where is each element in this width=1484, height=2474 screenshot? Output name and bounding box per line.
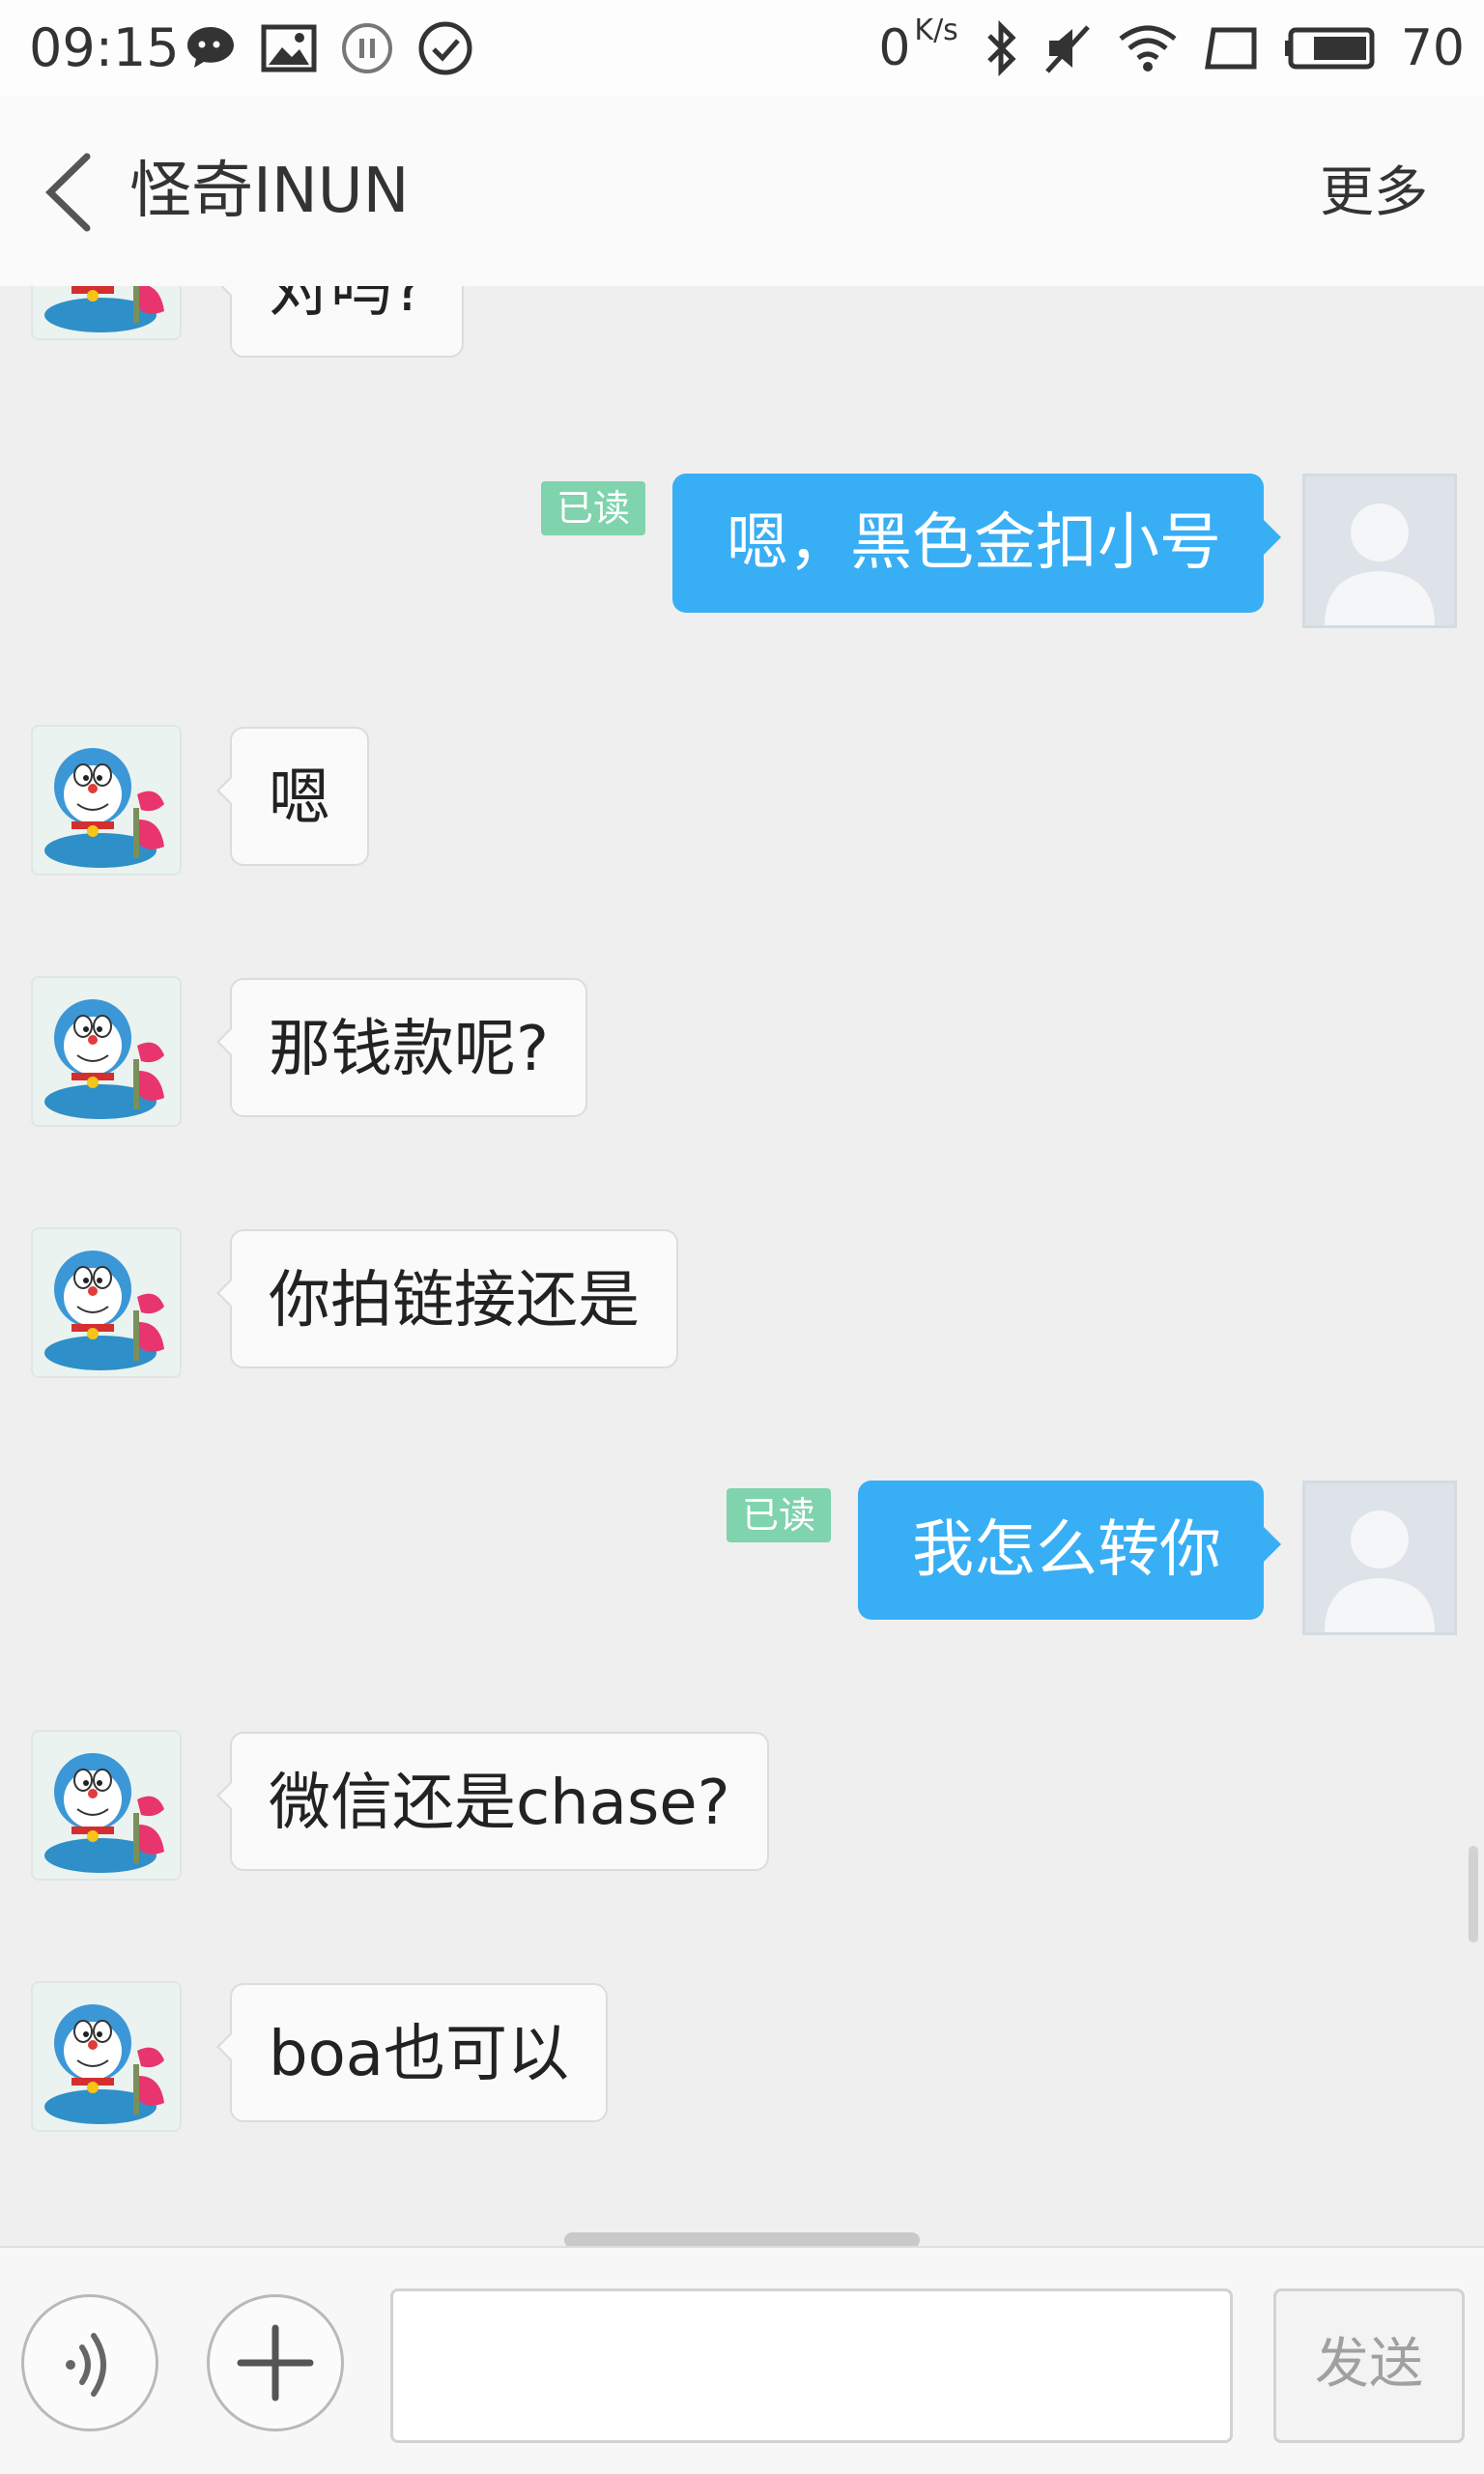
default-user-avatar-icon (1305, 476, 1454, 625)
send-button[interactable]: 发送 (1273, 2288, 1465, 2443)
back-chevron-icon[interactable] (39, 149, 106, 236)
plus-icon (237, 2324, 314, 2402)
status-notification-icons (184, 21, 473, 75)
doraemon-avatar-icon (33, 1229, 180, 1376)
doraemon-avatar-icon (33, 286, 180, 338)
incoming-message[interactable]: 那钱款呢? (216, 978, 587, 1117)
outgoing-message[interactable]: 我怎么转你 (858, 1481, 1281, 1620)
battery-level: 70 (1400, 19, 1465, 77)
message-list[interactable]: 对吗? 已读 嗯，黑色金扣小号 嗯 那钱款呢? 你拍链接还是 已读 我怎么转你 … (0, 286, 1484, 2240)
doraemon-avatar-icon (33, 727, 180, 874)
incoming-message[interactable]: 你拍链接还是 (216, 1229, 678, 1368)
input-bar: 发送 (0, 2246, 1484, 2474)
contact-avatar[interactable] (31, 976, 182, 1127)
read-receipt-badge: 已读 (541, 481, 646, 535)
screen-rotate-icon (1204, 27, 1257, 70)
contact-avatar[interactable] (31, 1730, 182, 1881)
status-bar: 09:15 0 K/s 70 (0, 0, 1484, 97)
status-system-icons: 0 K/s 70 (878, 14, 1465, 79)
contact-avatar[interactable] (31, 286, 182, 340)
incoming-message[interactable]: 嗯 (216, 727, 369, 866)
doraemon-avatar-icon (33, 978, 180, 1125)
doraemon-avatar-icon (33, 1983, 180, 2130)
check-circle-icon (418, 21, 472, 75)
default-user-avatar-icon (1305, 1483, 1454, 1632)
my-avatar[interactable] (1302, 1481, 1457, 1635)
battery-icon (1284, 27, 1375, 70)
chat-title: 怪奇INUN (129, 156, 410, 227)
incoming-message[interactable]: boa也可以 (216, 1983, 608, 2122)
wifi-icon (1119, 25, 1177, 72)
pause-icon (342, 23, 392, 73)
contact-avatar[interactable] (31, 1227, 182, 1378)
outgoing-message[interactable]: 嗯，黑色金扣小号 (672, 474, 1281, 613)
voice-icon (66, 2333, 106, 2397)
chat-header: 怪奇INUN 更多 (0, 97, 1484, 286)
incoming-message[interactable]: 对吗? (216, 286, 464, 358)
status-time: 09:15 (29, 17, 180, 78)
contact-avatar[interactable] (31, 725, 182, 876)
contact-avatar[interactable] (31, 1981, 182, 2132)
doraemon-avatar-icon (33, 1732, 180, 1879)
read-receipt-badge: 已读 (727, 1488, 832, 1542)
voice-button[interactable] (21, 2294, 158, 2431)
add-attachment-button[interactable] (207, 2294, 344, 2431)
incoming-message[interactable]: 微信还是chase? (216, 1732, 769, 1871)
bluetooth-icon (987, 20, 1016, 76)
scrollbar[interactable] (1469, 1846, 1478, 1942)
more-button[interactable]: 更多 (1320, 157, 1428, 230)
image-icon (261, 24, 317, 72)
chat-bubble-icon (187, 27, 234, 68)
network-speed: 0 K/s (878, 14, 958, 77)
my-avatar[interactable] (1302, 474, 1457, 628)
message-input[interactable] (390, 2288, 1233, 2443)
mute-icon (1044, 25, 1090, 73)
